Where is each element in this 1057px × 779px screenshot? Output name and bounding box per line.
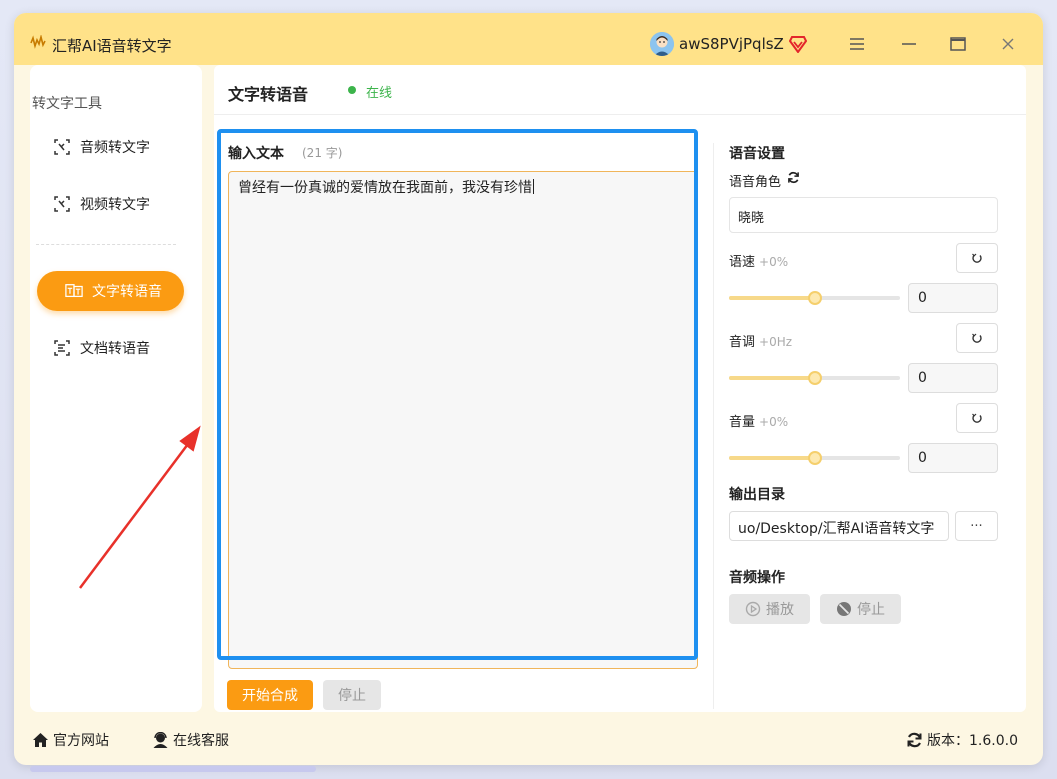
official-website-link[interactable]: 官方网站 bbox=[32, 730, 109, 750]
speed-label: 语速 +0% bbox=[729, 251, 788, 270]
speed-slider[interactable] bbox=[729, 291, 900, 305]
pitch-slider-thumb[interactable] bbox=[807, 371, 822, 385]
page-title: 文字转语音 bbox=[228, 85, 309, 104]
volume-label: 音量 +0% bbox=[729, 411, 788, 430]
main-panel: 文字转语音 在线 输入文本 (21 字) 曾经有一份真诚的爱情放在我面前，我没有… bbox=[214, 65, 1026, 712]
pitch-slider[interactable] bbox=[729, 371, 900, 385]
volume-value-input[interactable]: 0 bbox=[908, 443, 998, 473]
highlight-annotation bbox=[217, 129, 698, 660]
volume-slider-fill bbox=[729, 456, 815, 460]
stop-icon bbox=[837, 602, 851, 616]
voice-settings-title: 语音设置 bbox=[729, 146, 785, 162]
play-icon bbox=[745, 601, 761, 617]
volume-slider-thumb[interactable] bbox=[807, 451, 822, 465]
app-title: 汇帮AI语音转文字 bbox=[52, 37, 172, 55]
version-info: 版本：1.6.0.0 bbox=[906, 730, 1018, 750]
sync-icon bbox=[907, 732, 922, 748]
avatar-icon bbox=[650, 32, 674, 56]
voice-role-label-text: 语音角色 bbox=[729, 175, 782, 190]
user-avatar[interactable] bbox=[650, 32, 674, 56]
stop-button[interactable]: 停止 bbox=[323, 680, 381, 710]
online-support-link[interactable]: 在线客服 bbox=[152, 730, 229, 750]
minimize-icon[interactable] bbox=[898, 33, 920, 55]
home-icon bbox=[33, 733, 48, 747]
speed-slider-thumb[interactable] bbox=[807, 291, 822, 305]
output-dir-title: 输出目录 bbox=[729, 487, 785, 503]
voice-role-select[interactable]: 晓晓 bbox=[729, 197, 998, 233]
browse-button[interactable]: ··· bbox=[955, 511, 998, 541]
status-badge: 在线 bbox=[366, 86, 393, 101]
sidebar-item-label: 文档转语音 bbox=[80, 341, 150, 357]
sidebar-item-text-to-speech[interactable]: 文字转语音 bbox=[37, 271, 184, 311]
speed-slider-fill bbox=[729, 296, 815, 300]
pitch-slider-fill bbox=[729, 376, 815, 380]
sidebar-item-label: 音频转文字 bbox=[80, 140, 150, 156]
volume-reset-button[interactable] bbox=[956, 403, 998, 433]
audio-to-text-icon bbox=[54, 139, 70, 155]
sidebar-item-audio-to-text[interactable]: 音频转文字 bbox=[37, 127, 184, 167]
sidebar-item-video-to-text[interactable]: 视频转文字 bbox=[37, 184, 184, 224]
support-icon bbox=[153, 732, 168, 748]
speed-value-input[interactable]: 0 bbox=[908, 283, 998, 313]
sidebar: 转文字工具 音频转文字 视频转文字 文字转语音 文档转语音 bbox=[30, 65, 202, 712]
close-icon[interactable] bbox=[997, 33, 1019, 55]
reset-icon bbox=[972, 253, 982, 263]
output-path-value: uo/Desktop/汇帮AI语音转文字 bbox=[738, 521, 935, 537]
footer: 官方网站 在线客服 版本：1.6.0.0 bbox=[14, 712, 1043, 765]
main-header: 文字转语音 在线 bbox=[214, 65, 1026, 115]
taskbar-stripe bbox=[30, 766, 316, 772]
sidebar-item-label: 文字转语音 bbox=[92, 284, 162, 300]
user-name[interactable]: awS8PVjPqlsZ bbox=[679, 35, 784, 53]
video-to-text-icon bbox=[54, 196, 70, 212]
version-label: 版本：1.6.0.0 bbox=[927, 733, 1018, 749]
text-to-speech-icon bbox=[65, 284, 83, 298]
pitch-sub: +0Hz bbox=[759, 335, 793, 349]
sidebar-item-label: 视频转文字 bbox=[80, 197, 150, 213]
status-dot-icon bbox=[348, 86, 356, 94]
output-path-input[interactable]: uo/Desktop/汇帮AI语音转文字 bbox=[729, 511, 949, 541]
vip-diamond-icon[interactable] bbox=[789, 36, 807, 53]
pitch-reset-button[interactable] bbox=[956, 323, 998, 353]
speed-reset-button[interactable] bbox=[956, 243, 998, 273]
online-support-label: 在线客服 bbox=[173, 733, 229, 749]
app-logo-icon bbox=[30, 35, 46, 49]
vertical-divider bbox=[713, 143, 714, 709]
volume-label-text: 音量 bbox=[729, 415, 756, 430]
speed-sub: +0% bbox=[759, 255, 789, 269]
audio-stop-button[interactable]: 停止 bbox=[820, 594, 901, 624]
reset-icon bbox=[972, 413, 982, 423]
audio-ops-title: 音频操作 bbox=[729, 570, 785, 586]
pitch-label: 音调 +0Hz bbox=[729, 331, 792, 350]
app-window: 汇帮AI语音转文字 awS8PVjPqlsZ 转文字工具 音频转文字 视频转文字… bbox=[14, 13, 1043, 765]
volume-slider[interactable] bbox=[729, 451, 900, 465]
doc-to-speech-icon bbox=[54, 340, 70, 356]
reset-icon bbox=[972, 333, 982, 343]
speed-label-text: 语速 bbox=[729, 255, 756, 270]
maximize-icon[interactable] bbox=[947, 33, 969, 55]
audio-stop-label: 停止 bbox=[857, 602, 885, 618]
pitch-label-text: 音调 bbox=[729, 335, 756, 350]
voice-role-label: 语音角色 bbox=[729, 171, 781, 190]
title-bar: 汇帮AI语音转文字 awS8PVjPqlsZ bbox=[14, 13, 1043, 65]
pitch-value-input[interactable]: 0 bbox=[908, 363, 998, 393]
volume-sub: +0% bbox=[759, 415, 789, 429]
sidebar-heading: 转文字工具 bbox=[32, 96, 102, 112]
play-label: 播放 bbox=[766, 602, 794, 618]
play-button[interactable]: 播放 bbox=[729, 594, 810, 624]
menu-icon[interactable] bbox=[846, 33, 868, 55]
start-synthesis-button[interactable]: 开始合成 bbox=[227, 680, 313, 710]
sidebar-divider bbox=[36, 244, 176, 245]
refresh-icon[interactable] bbox=[787, 171, 800, 184]
sidebar-item-doc-to-speech[interactable]: 文档转语音 bbox=[37, 328, 184, 368]
official-website-label: 官方网站 bbox=[53, 733, 109, 749]
